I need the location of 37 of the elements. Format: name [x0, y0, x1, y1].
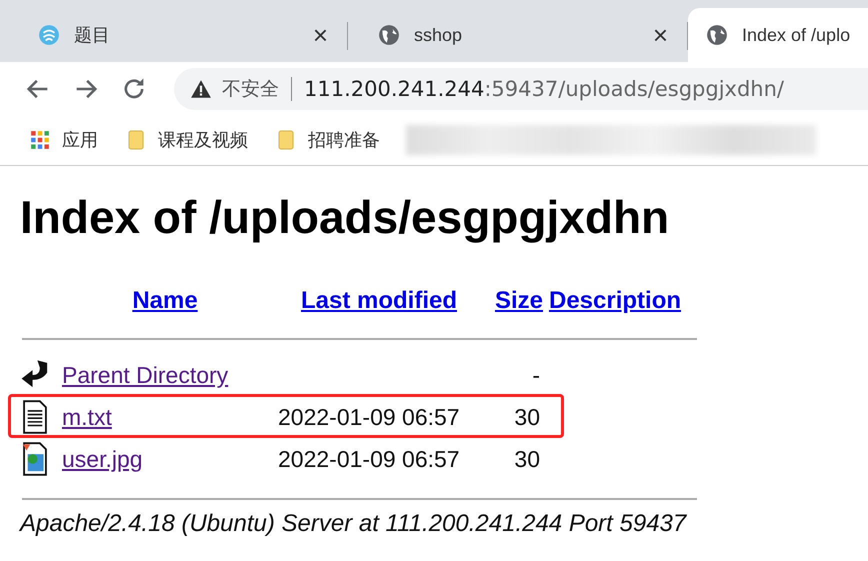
browser-tab[interactable]: Index of /uplo [688, 8, 868, 62]
security-label: 不安全 [222, 76, 279, 102]
bookmark[interactable]: 课程及视频 [126, 128, 248, 152]
bookmark[interactable]: 招聘准备 [276, 128, 380, 152]
browser-tab[interactable]: 题目 × [8, 8, 348, 62]
server-signature: Apache/2.4.18 (Ubuntu) Server at 111.200.241.244 Port 59437 [20, 510, 688, 538]
column-header-link[interactable]: Last modified [300, 287, 457, 315]
column-header-link[interactable]: Size [494, 287, 543, 315]
column-header-link[interactable]: Name [62, 287, 268, 315]
address-bar[interactable]: 不安全 111.200.241.244:59437/uploads/esgpgjxdhn/ [174, 68, 868, 110]
modified-date: 2022-01-09 06:57 [277, 404, 461, 430]
folder-icon [126, 130, 146, 150]
file-link[interactable]: user.jpg [62, 446, 143, 472]
text-file-icon [20, 400, 50, 434]
file-link[interactable]: m.txt [62, 404, 112, 430]
url-text: 111.200.241.244:59437/uploads/esgpgjxdhn/ [304, 76, 784, 100]
close-tab-button[interactable]: × [648, 22, 672, 48]
apps-grid-icon [30, 130, 50, 150]
page-heading: Index of /uploads/esgpgjxdhn [20, 190, 670, 244]
file-link[interactable]: Parent Directory [62, 362, 228, 388]
file-size: - [531, 362, 541, 388]
browser-tab[interactable]: sshop × [348, 8, 688, 62]
file-size: 30 [513, 446, 541, 472]
site-logo-icon [38, 24, 60, 46]
column-header-link[interactable]: Description [549, 287, 682, 315]
globe-icon [706, 24, 728, 46]
globe-icon [378, 24, 400, 46]
file-size: 30 [513, 404, 541, 430]
close-tab-button[interactable]: × [308, 22, 332, 48]
bookmark[interactable]: 应用 [30, 128, 98, 152]
tab-title: sshop [414, 24, 464, 46]
folder-icon [276, 130, 296, 150]
image-file-icon [20, 442, 50, 476]
tab-title: 题目 [74, 24, 111, 47]
tab-title: Index of /uplo [742, 24, 852, 46]
modified-date: 2022-01-09 06:57 [277, 446, 461, 472]
warning-icon [190, 78, 212, 100]
